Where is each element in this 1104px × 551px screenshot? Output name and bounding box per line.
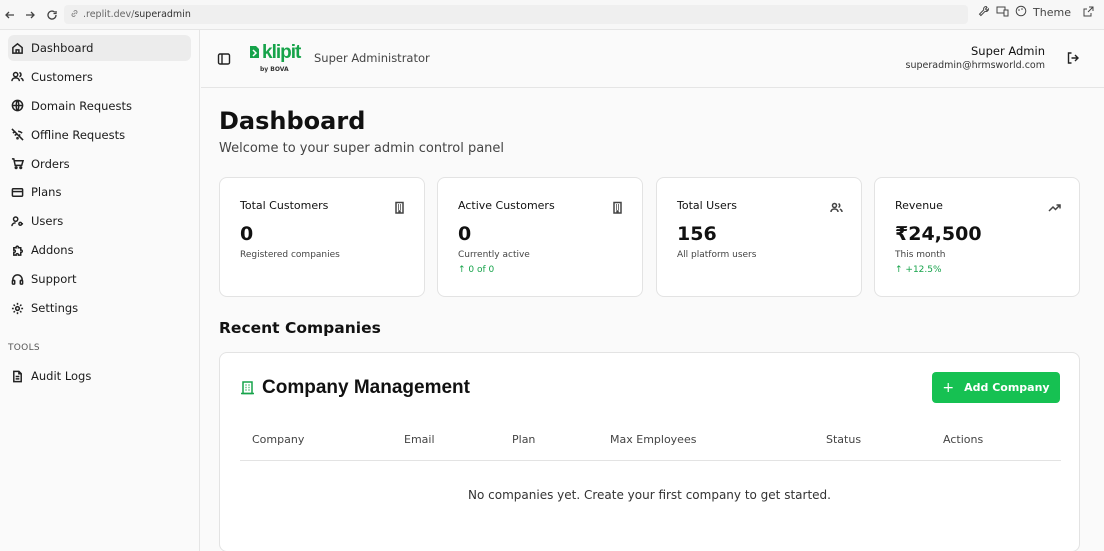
sidebar-item-offline-requests[interactable]: Offline Requests (8, 122, 191, 148)
sidebar-item-support[interactable]: Support (8, 266, 191, 292)
reload-icon[interactable] (42, 5, 62, 25)
page-subtitle: Welcome to your super admin control pane… (219, 141, 505, 156)
add-company-button[interactable]: + Add Company (932, 372, 1060, 403)
empty-state-message: No companies yet. Create your first comp… (468, 488, 831, 502)
page-title: Dashboard (219, 107, 366, 135)
klipit-logo: klipit by BOVA (248, 42, 301, 73)
palette-icon[interactable] (1015, 5, 1027, 20)
card-title: Revenue (895, 199, 943, 212)
sidebar-item-label: Support (31, 272, 77, 287)
header-role: Super Administrator (314, 51, 430, 65)
sidebar: Dashboard Customers Domain Requests Offl… (0, 30, 200, 551)
logo-subtext: by BOVA (260, 66, 289, 73)
sidebar-item-label: Settings (31, 301, 79, 316)
logo-text: klipit (262, 42, 301, 63)
user-name: Super Admin (971, 44, 1045, 58)
sidebar-item-users[interactable]: Users (8, 208, 191, 234)
card-growth: ↑ 0 of 0 (458, 265, 495, 275)
cart-icon (10, 157, 24, 171)
building-icon (240, 380, 255, 395)
card-title: Active Customers (458, 199, 555, 212)
building-icon (611, 199, 624, 214)
sidebar-item-domain-requests[interactable]: Domain Requests (8, 93, 191, 119)
credit-card-icon (10, 185, 24, 199)
column-header-actions[interactable]: Actions (943, 433, 983, 446)
main-content: Dashboard Welcome to your super admin co… (201, 89, 1104, 551)
back-arrow-icon[interactable] (0, 5, 20, 25)
top-header: klipit by BOVA Super Administrator Super… (201, 30, 1104, 88)
wrench-icon[interactable] (978, 5, 990, 20)
sidebar-item-customers[interactable]: Customers (8, 64, 191, 90)
stat-card-revenue: Revenue ₹24,500 This month ↑ +12.5% (874, 177, 1080, 297)
plus-icon: + (942, 379, 955, 396)
sidebar-item-label: Customers (31, 69, 93, 84)
url-path: superadmin (134, 9, 191, 20)
card-value: ₹24,500 (895, 223, 982, 245)
headphones-icon (10, 272, 24, 286)
sidebar-item-plans[interactable]: Plans (8, 179, 191, 205)
external-link-icon[interactable] (1083, 6, 1094, 20)
trending-up-icon (1048, 199, 1061, 212)
recent-companies-heading: Recent Companies (219, 319, 381, 337)
tools-heading: TOOLS (8, 343, 40, 354)
sidebar-item-orders[interactable]: Orders (8, 151, 191, 177)
panel-title: Company Management (262, 377, 470, 398)
card-title: Total Users (677, 199, 737, 212)
sidebar-item-addons[interactable]: Addons (8, 237, 191, 263)
card-growth: ↑ +12.5% (895, 265, 942, 275)
add-company-label: Add Company (964, 381, 1050, 394)
column-header-status[interactable]: Status (826, 433, 861, 446)
sidebar-item-label: Dashboard (31, 41, 94, 55)
sidebar-item-audit-logs[interactable]: Audit Logs (8, 363, 191, 389)
logout-icon[interactable] (1066, 50, 1080, 64)
company-management-panel: Company Management + Add Company Company… (219, 352, 1080, 551)
browser-toolbar: .replit.dev/superadmin Theme (0, 0, 1104, 30)
devices-icon[interactable] (996, 5, 1009, 20)
stat-card-total-users: Total Users 156 All platform users (656, 177, 862, 297)
user-email: superadmin@hrmsworld.com (905, 60, 1045, 71)
card-subtext: Registered companies (240, 250, 340, 260)
sidebar-item-label: Orders (31, 156, 70, 171)
building-icon (393, 199, 406, 214)
sidebar-item-label: Offline Requests (31, 127, 126, 142)
address-bar[interactable]: .replit.dev/superadmin (64, 5, 968, 24)
column-header-max-employees[interactable]: Max Employees (610, 433, 696, 446)
sidebar-item-label: Plans (31, 185, 62, 200)
card-subtext: All platform users (677, 250, 757, 260)
card-title: Total Customers (240, 199, 329, 212)
users-icon (10, 70, 24, 84)
sidebar-toggle-icon[interactable] (217, 51, 231, 65)
column-header-company[interactable]: Company (252, 433, 304, 446)
card-subtext: Currently active (458, 250, 530, 260)
table-header: Company Email Plan Max Employees Status … (240, 433, 1061, 461)
card-subtext: This month (895, 250, 946, 260)
column-header-plan[interactable]: Plan (512, 433, 535, 446)
stat-card-active-customers: Active Customers 0 Currently active ↑ 0 … (437, 177, 643, 297)
url-prefix: .replit.dev/ (83, 9, 135, 20)
link-icon (70, 9, 79, 21)
theme-label[interactable]: Theme (1033, 6, 1071, 19)
wifi-off-icon (10, 128, 24, 142)
sidebar-item-label: Users (31, 214, 64, 229)
card-value: 156 (677, 223, 717, 245)
home-icon (10, 41, 24, 55)
user-key-icon (10, 214, 24, 228)
users-icon (830, 199, 843, 213)
sidebar-item-label: Audit Logs (31, 369, 92, 384)
forward-arrow-icon[interactable] (20, 5, 40, 25)
globe-icon (10, 99, 24, 113)
logo-mark-icon (248, 44, 261, 64)
gear-icon (10, 301, 24, 315)
file-text-icon (10, 369, 24, 383)
user-info: Super Admin superadmin@hrmsworld.com (906, 44, 1045, 71)
column-header-email[interactable]: Email (404, 433, 435, 446)
sidebar-item-settings[interactable]: Settings (8, 295, 191, 321)
sidebar-item-label: Domain Requests (31, 98, 132, 113)
sidebar-item-dashboard[interactable]: Dashboard (8, 35, 191, 61)
stat-card-total-customers: Total Customers 0 Registered companies (219, 177, 425, 297)
sidebar-item-label: Addons (31, 243, 74, 258)
card-value: 0 (458, 223, 472, 245)
card-value: 0 (240, 223, 254, 245)
puzzle-icon (10, 243, 24, 257)
